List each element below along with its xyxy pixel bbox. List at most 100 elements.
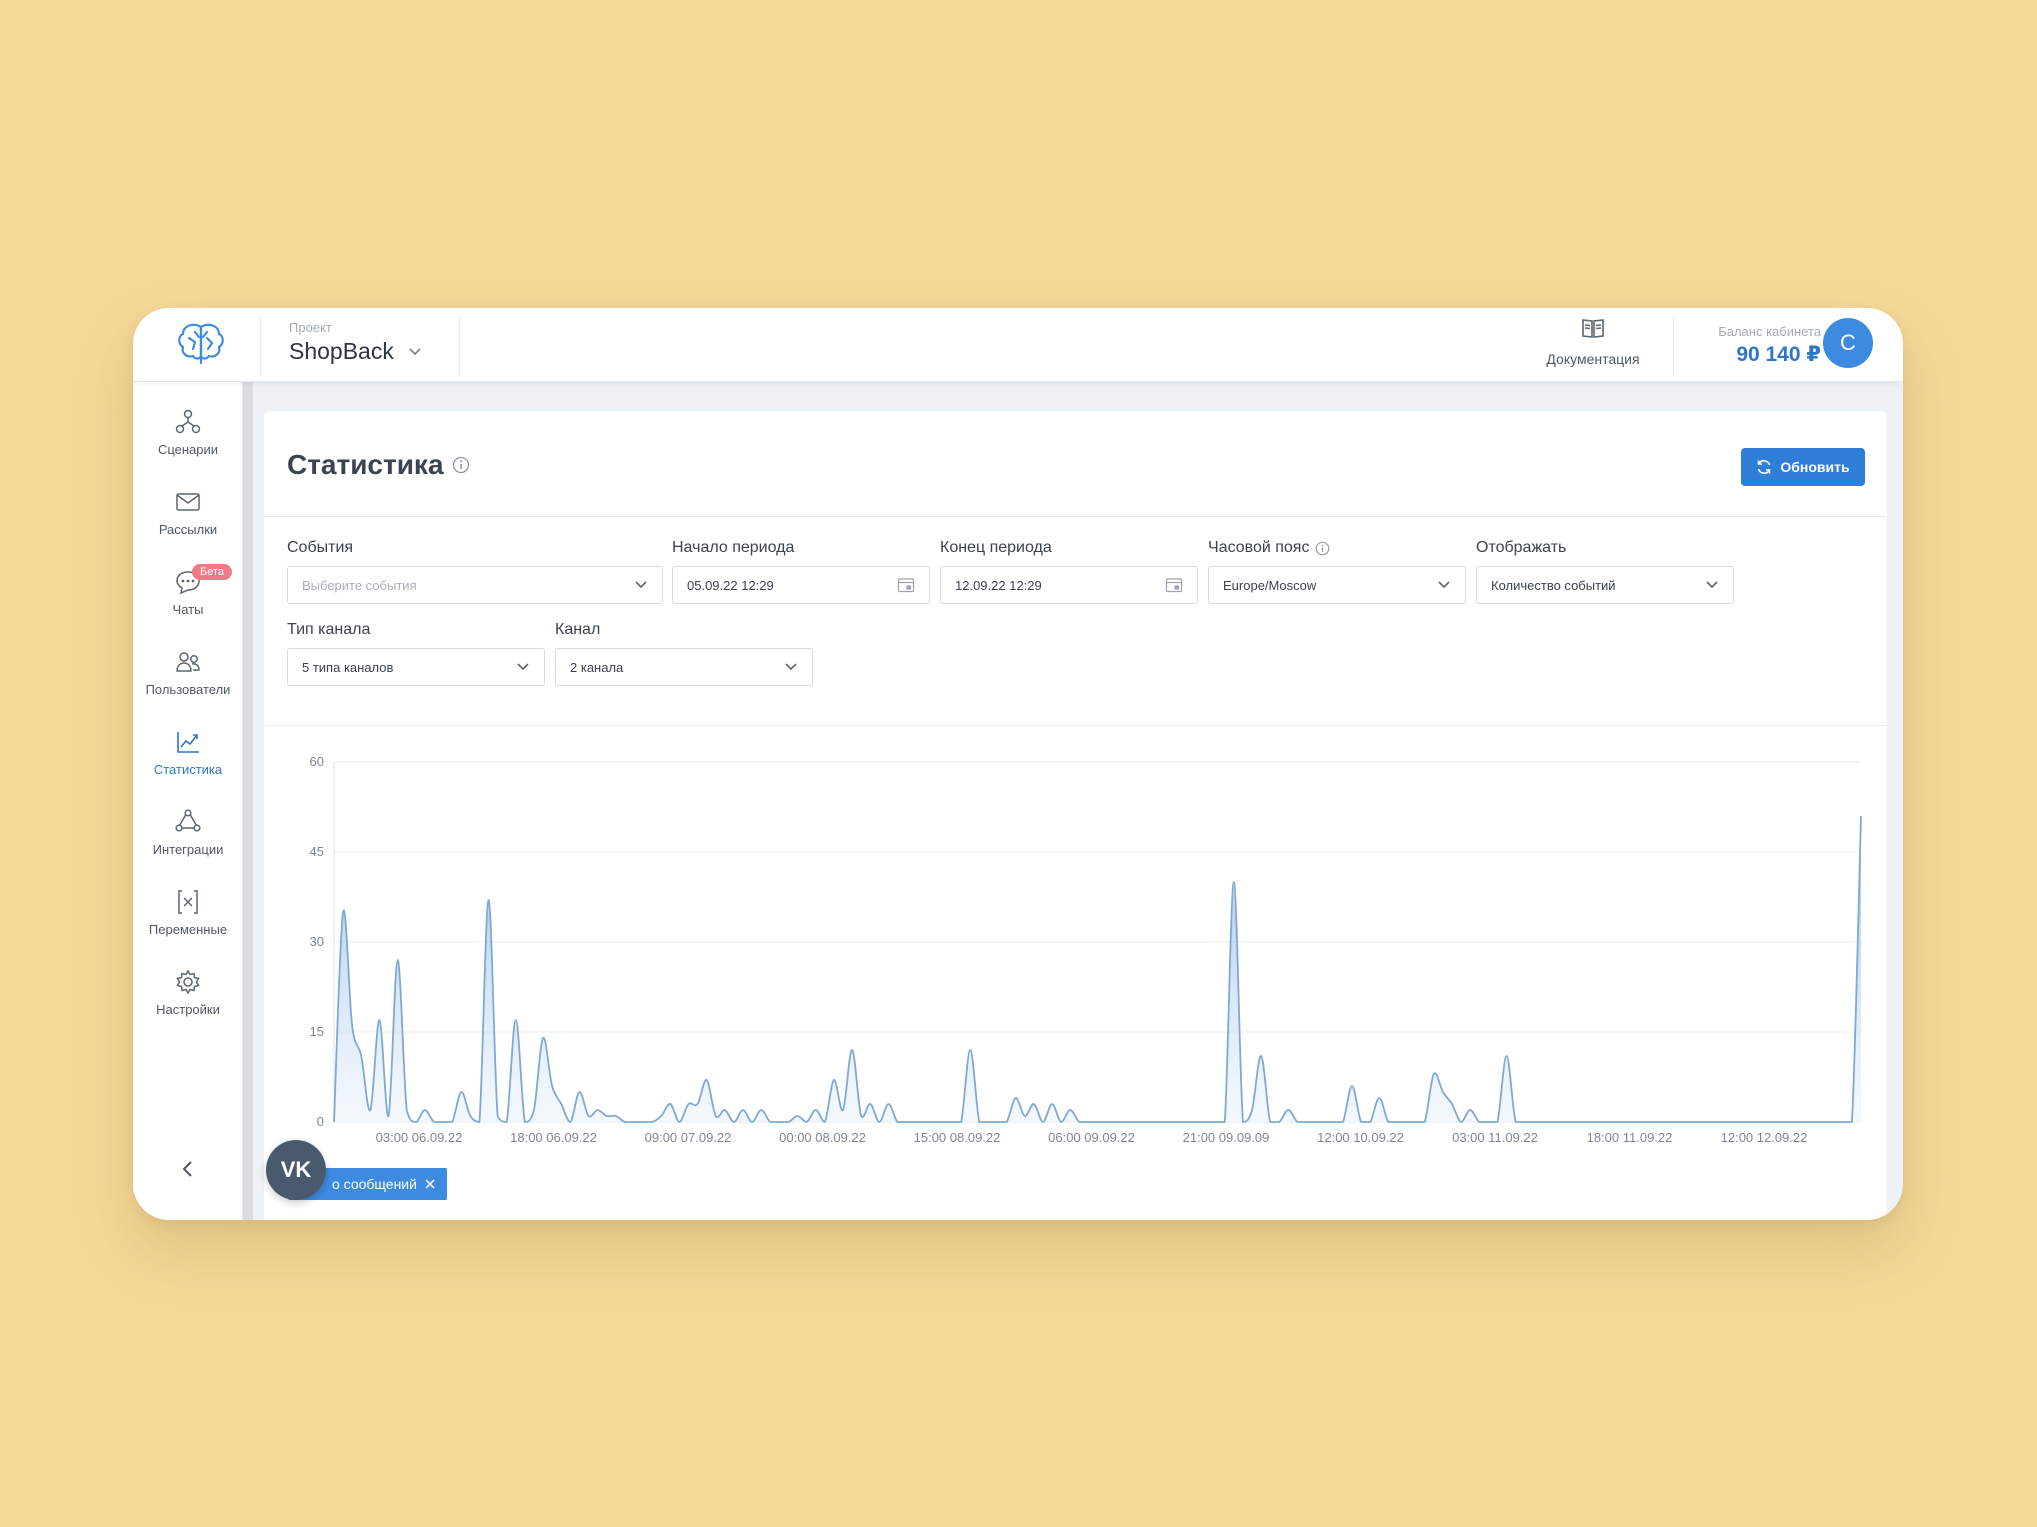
page-title: Статистика <box>287 449 470 481</box>
x-tick-label: 09:00 07.09.22 <box>645 1130 732 1145</box>
period-start-label: Начало периода <box>672 539 795 556</box>
sidebar-item-statistics[interactable]: Статистика <box>133 724 243 796</box>
beta-badge: Бета <box>192 564 233 580</box>
chevron-down-icon <box>409 347 421 355</box>
timezone-label: Часовой пояс <box>1208 539 1310 556</box>
statistics-card: Статистика Обновить События Выберите соб… <box>264 411 1887 1220</box>
documentation-link[interactable]: Документация <box>1533 316 1653 367</box>
channel-type-value: 5 типа каналов <box>302 659 394 675</box>
sidebar-item-label: Переменные <box>148 922 228 937</box>
x-tick-label: 15:00 08.09.22 <box>914 1130 1001 1145</box>
timezone-value: Europe/Moscow <box>1223 577 1317 593</box>
sidebar-item-label: Интеграции <box>152 842 224 857</box>
sidebar-item-settings[interactable]: Настройки <box>133 964 243 1036</box>
chevron-down-icon <box>1706 581 1718 589</box>
refresh-icon <box>1758 460 1771 474</box>
calendar-icon[interactable] <box>1165 577 1183 593</box>
sidebar-item-label: Рассылки <box>158 522 218 537</box>
x-tick-label: 12:00 10.09.22 <box>1317 1130 1404 1145</box>
timezone-select[interactable]: Europe/Moscow <box>1208 566 1466 604</box>
page-title-text: Статистика <box>287 449 444 480</box>
x-tick-label: 12:00 12.09.22 <box>1721 1130 1808 1145</box>
period-end-label: Конец периода <box>940 539 1052 556</box>
sidebar-item-label: Пользователи <box>145 682 231 697</box>
collapse-sidebar-chevron-left-icon[interactable] <box>173 1154 203 1184</box>
period-end-value: 12.09.22 12:29 <box>955 577 1042 593</box>
channel-select[interactable]: 2 канала <box>555 648 813 686</box>
y-tick-label: 15 <box>310 1024 324 1039</box>
channel-type-select[interactable]: 5 типа каналов <box>287 648 545 686</box>
channel-type-label: Тип канала <box>287 621 371 638</box>
sidebar-item-users[interactable]: Пользователи <box>133 644 243 716</box>
app-window: Проект ShopBack Документация Баланс каби… <box>133 308 1903 1220</box>
project-label: Проект <box>289 320 332 335</box>
filters-panel: События Выберите события Начало периода … <box>264 517 1887 726</box>
period-start-input[interactable]: 05.09.22 12:29 <box>672 566 930 604</box>
x-tick-label: 00:00 08.09.22 <box>779 1130 866 1145</box>
timezone-label-group: Часовой пояс <box>1208 539 1330 557</box>
users-icon <box>176 652 200 672</box>
display-select[interactable]: Количество событий <box>1476 566 1734 604</box>
y-tick-label: 60 <box>310 754 324 769</box>
refresh-button[interactable]: Обновить <box>1741 448 1865 486</box>
project-name-text: ShopBack <box>289 338 394 364</box>
close-icon[interactable] <box>425 1179 435 1189</box>
display-value: Количество событий <box>1491 577 1616 593</box>
brain-logo-icon[interactable] <box>175 320 227 366</box>
divider <box>459 316 460 376</box>
chart-area: 0 15 30 45 60 03:00 06.09.22 18:00 06.09.22 09… <box>264 727 1887 1220</box>
chevron-down-icon <box>635 581 647 589</box>
avatar[interactable]: С <box>1823 318 1873 368</box>
scenarios-icon <box>175 409 201 434</box>
sidebar-item-label: Статистика <box>153 762 223 777</box>
series-area <box>334 816 1861 1122</box>
x-tick-label: 03:00 11.09.22 <box>1452 1130 1538 1145</box>
chevron-down-icon <box>1438 581 1450 589</box>
mail-icon <box>176 493 200 511</box>
divider <box>1673 316 1674 376</box>
info-icon[interactable] <box>452 456 470 474</box>
events-placeholder: Выберите события <box>302 577 417 593</box>
book-icon <box>1582 319 1604 338</box>
project-name[interactable]: ShopBack <box>289 338 422 365</box>
balance-label: Баланс кабинета <box>1718 324 1821 339</box>
x-tick-label: 18:00 11.09.22 <box>1587 1130 1673 1145</box>
channel-label: Канал <box>555 621 601 638</box>
channel-value: 2 канала <box>570 659 624 675</box>
calendar-icon[interactable] <box>897 577 915 593</box>
sidebar-item-scenarios[interactable]: Сценарии <box>133 404 243 476</box>
events-select[interactable]: Выберите события <box>287 566 663 604</box>
balance-block: Баланс кабинета 90 140 ₽ <box>1691 324 1821 367</box>
vk-chip-label: о сообщений <box>332 1176 417 1192</box>
y-tick-label: 0 <box>317 1114 324 1129</box>
integrations-icon <box>175 809 201 832</box>
divider <box>260 316 261 376</box>
y-tick-label: 45 <box>310 844 324 859</box>
sidebar-item-integrations[interactable]: Интеграции <box>133 804 243 876</box>
sidebar-item-variables[interactable]: Переменные <box>133 884 243 956</box>
sidebar-item-mailings[interactable]: Рассылки <box>133 484 243 556</box>
display-label: Отображать <box>1476 539 1567 556</box>
x-tick-label: 18:00 06.09.22 <box>510 1130 597 1145</box>
chevron-down-icon <box>785 663 797 671</box>
sidebar-gutter <box>243 382 253 1220</box>
events-area-chart: 0 15 30 45 60 03:00 06.09.22 18:00 06.09.22 09… <box>310 754 1862 1145</box>
card-header: Статистика Обновить <box>264 411 1887 517</box>
chevron-down-icon <box>517 663 529 671</box>
sidebar-item-label: Чаты <box>172 602 204 617</box>
events-label: События <box>287 539 354 556</box>
refresh-button-label: Обновить <box>1780 459 1850 475</box>
project-selector[interactable]: Проект ShopBack <box>289 320 422 365</box>
top-bar: Проект ShopBack Документация Баланс каби… <box>133 308 1903 382</box>
vk-logo-icon[interactable]: VK <box>266 1140 326 1200</box>
info-icon[interactable] <box>1315 541 1330 556</box>
series-line <box>333 815 1862 1123</box>
period-end-input[interactable]: 12.09.22 12:29 <box>940 566 1198 604</box>
sidebar-item-chats[interactable]: Бета Чаты <box>133 564 243 636</box>
x-tick-label: 03:00 06.09.22 <box>376 1130 463 1145</box>
sidebar: Сценарии Рассылки Бета Чаты Пользователи <box>133 382 243 1220</box>
y-tick-label: 30 <box>310 934 324 949</box>
period-start-value: 05.09.22 12:29 <box>687 577 774 593</box>
variables-icon <box>178 890 198 914</box>
x-tick-label: 21:00 09.09.09 <box>1183 1130 1270 1145</box>
